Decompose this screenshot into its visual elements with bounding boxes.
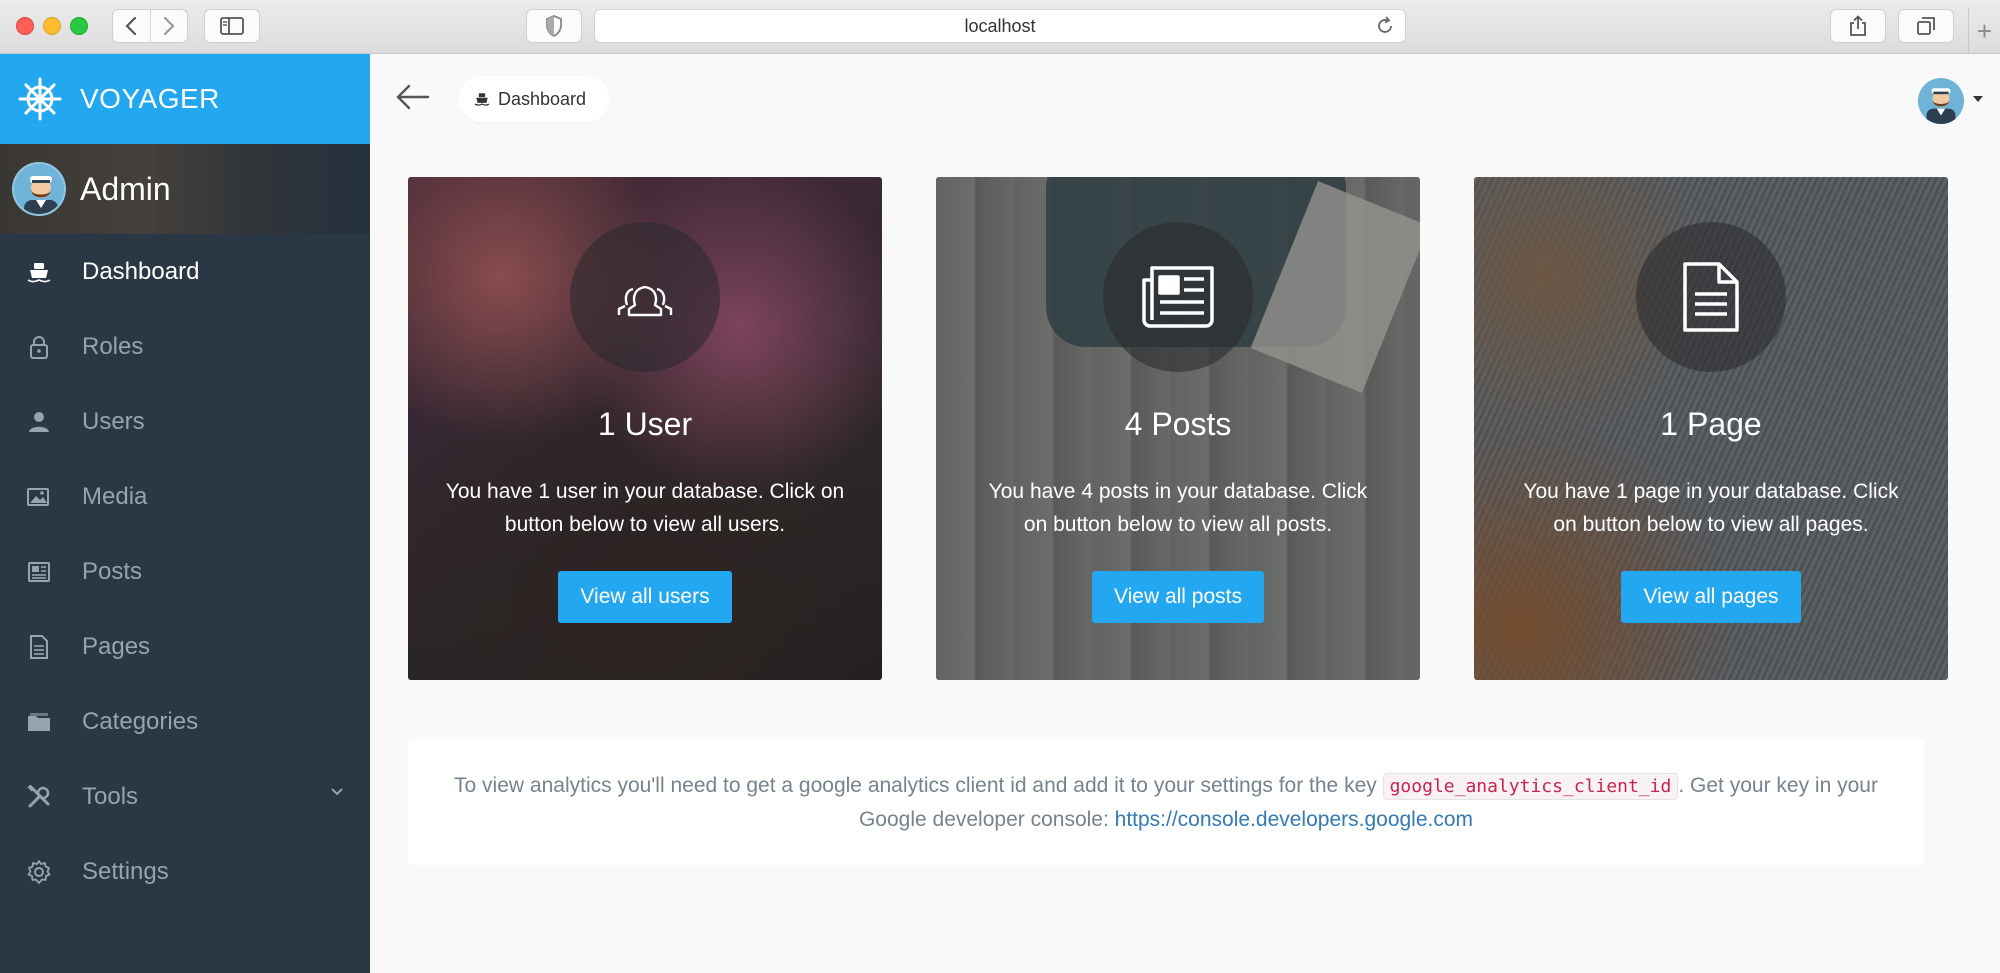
view-all-pages-button[interactable]: View all pages bbox=[1621, 571, 1801, 623]
view-all-users-button[interactable]: View all users bbox=[558, 571, 732, 623]
sidebar-item-label: Posts bbox=[82, 557, 143, 585]
share-icon bbox=[1850, 15, 1866, 36]
card-description: You have 4 posts in your database. Click… bbox=[988, 480, 1368, 536]
sidebar-item-users[interactable]: Users bbox=[0, 384, 370, 459]
analytics-text-before: To view analytics you'll need to get a g… bbox=[454, 773, 1383, 797]
tabs-icon bbox=[1917, 17, 1935, 35]
newspaper-icon bbox=[1103, 222, 1253, 372]
ship-wheel-icon bbox=[18, 77, 62, 121]
group-icon bbox=[570, 222, 720, 372]
sidebar-item-categories[interactable]: Categories bbox=[0, 684, 370, 759]
lock-icon bbox=[26, 334, 52, 360]
sidebar-item-roles[interactable]: Roles bbox=[0, 309, 370, 384]
sidebar-item-pages[interactable]: Pages bbox=[0, 609, 370, 684]
card-content: 4 Posts You have 4 posts in your databas… bbox=[936, 177, 1420, 680]
sidebar-icon bbox=[220, 17, 244, 35]
document-icon bbox=[1636, 222, 1786, 372]
card-content: 1 Page You have 1 page in your database.… bbox=[1474, 177, 1948, 680]
analytics-notice: To view analytics you'll need to get a g… bbox=[408, 739, 1924, 865]
sidebar-item-dashboard[interactable]: Dashboard bbox=[0, 234, 370, 309]
card-content: 1 User You have 1 user in your database.… bbox=[408, 177, 882, 680]
card-title: 4 Posts bbox=[1124, 406, 1232, 442]
history-nav bbox=[112, 9, 188, 43]
sidebar-toggle-button[interactable] bbox=[204, 9, 260, 43]
minimize-window-button[interactable] bbox=[43, 17, 61, 35]
news-icon bbox=[26, 559, 52, 585]
browser-chrome: localhost + bbox=[0, 0, 2000, 54]
sidebar-item-label: Pages bbox=[82, 632, 151, 660]
sidebar-item-posts[interactable]: Posts bbox=[0, 534, 370, 609]
sidebar: VOYAGER Admin Dashboard Roles Users Medi… bbox=[0, 54, 370, 973]
view-all-posts-button[interactable]: View all posts bbox=[1091, 571, 1264, 623]
share-button[interactable] bbox=[1830, 9, 1886, 43]
reload-icon[interactable] bbox=[1375, 16, 1395, 36]
chevron-left-icon bbox=[125, 16, 137, 36]
brand-header[interactable]: VOYAGER bbox=[0, 54, 370, 144]
sidebar-item-label: Roles bbox=[82, 332, 144, 360]
address-bar-text: localhost bbox=[964, 15, 1036, 36]
plus-icon: + bbox=[1976, 15, 1993, 46]
sidebar-item-tools[interactable]: Tools bbox=[0, 759, 370, 834]
file-icon bbox=[26, 634, 52, 660]
profile-name: Admin bbox=[80, 170, 171, 207]
avatar-illustration-icon bbox=[1926, 88, 1956, 124]
sidebar-item-settings[interactable]: Settings bbox=[0, 834, 370, 909]
back-arrow-icon[interactable] bbox=[396, 84, 430, 110]
analytics-text: To view analytics you'll need to get a g… bbox=[436, 769, 1896, 836]
user-menu-caret-icon[interactable] bbox=[1973, 96, 1983, 102]
boat-icon bbox=[26, 259, 52, 285]
breadcrumb[interactable]: Dashboard bbox=[458, 76, 611, 122]
avatar bbox=[12, 162, 66, 216]
boat-icon bbox=[474, 92, 490, 106]
users-card: 1 User You have 1 user in your database.… bbox=[408, 177, 882, 680]
posts-card: 4 Posts You have 4 posts in your databas… bbox=[936, 177, 1420, 680]
gear-icon bbox=[26, 859, 52, 885]
sidebar-item-label: Settings bbox=[82, 857, 169, 885]
main-content: Dashboard 1 User You have 1 user in your bbox=[370, 54, 2000, 973]
user-menu-avatar[interactable] bbox=[1918, 78, 1964, 124]
sidebar-item-label: Media bbox=[82, 482, 148, 510]
sidebar-item-label: Dashboard bbox=[82, 257, 200, 285]
card-title: 1 Page bbox=[1660, 406, 1762, 442]
card-description: You have 1 page in your database. Click … bbox=[1523, 480, 1899, 536]
pages-card: 1 Page You have 1 page in your database.… bbox=[1474, 177, 1948, 680]
person-icon bbox=[26, 409, 52, 435]
sidebar-item-media[interactable]: Media bbox=[0, 459, 370, 534]
card-description: You have 1 user in your database. Click … bbox=[445, 480, 845, 536]
folder-icon bbox=[26, 709, 52, 735]
breadcrumb-label: Dashboard bbox=[498, 88, 587, 109]
zoom-window-button[interactable] bbox=[70, 17, 88, 35]
close-window-button[interactable] bbox=[16, 17, 34, 35]
browser-forward-button[interactable] bbox=[149, 10, 187, 42]
avatar-illustration-icon bbox=[24, 176, 58, 214]
new-tab-button[interactable]: + bbox=[1968, 8, 2000, 54]
brand-title: VOYAGER bbox=[80, 83, 220, 114]
sidebar-item-label: Users bbox=[82, 407, 145, 435]
browser-back-button[interactable] bbox=[113, 10, 150, 42]
chevron-right-icon bbox=[163, 16, 175, 36]
address-bar[interactable]: localhost bbox=[594, 9, 1406, 43]
analytics-key-code: google_analytics_client_id bbox=[1382, 772, 1679, 800]
tools-icon bbox=[26, 784, 52, 810]
card-title: 1 User bbox=[597, 406, 693, 442]
google-console-link[interactable]: https://console.developers.google.com bbox=[1115, 808, 1473, 831]
tab-overview-button[interactable] bbox=[1898, 9, 1954, 43]
user-profile[interactable]: Admin bbox=[0, 144, 370, 234]
chevron-down-icon[interactable] bbox=[330, 787, 344, 797]
privacy-report-button[interactable] bbox=[526, 9, 582, 43]
sidebar-item-label: Categories bbox=[82, 707, 199, 735]
sidebar-item-label: Tools bbox=[82, 782, 139, 810]
image-icon bbox=[26, 484, 52, 510]
shield-icon bbox=[546, 15, 562, 37]
